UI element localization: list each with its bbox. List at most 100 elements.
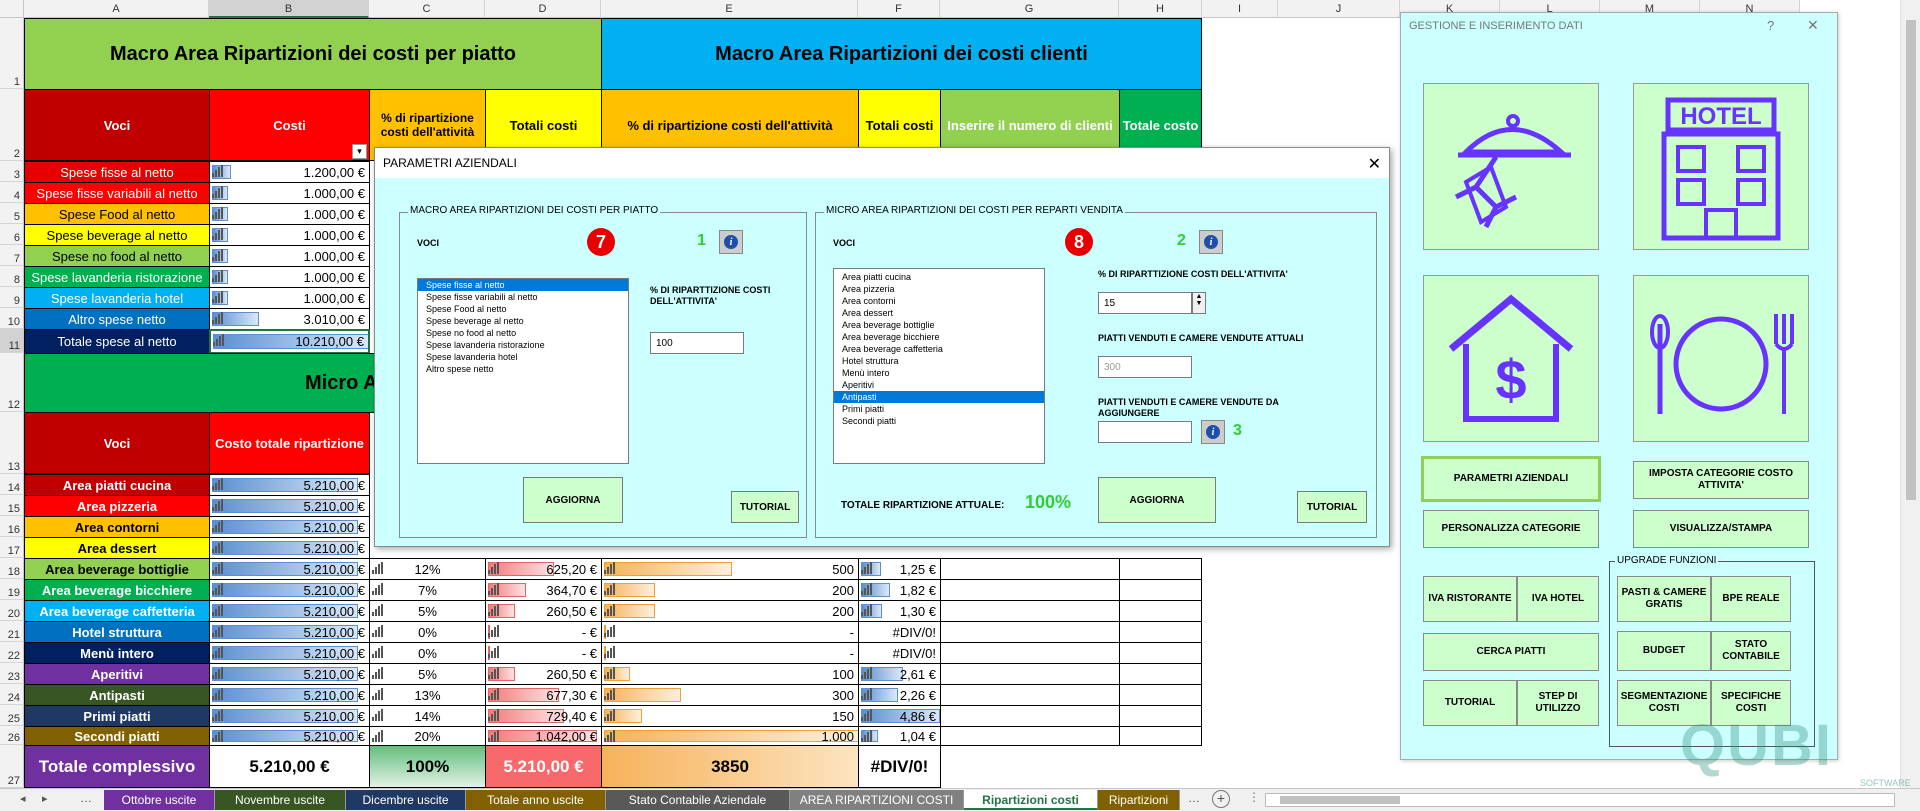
row-header[interactable]: 15 [0, 495, 24, 516]
area-clienti[interactable] [940, 621, 1120, 643]
panel-close-button[interactable]: ✕ [1807, 17, 1819, 34]
area-totale-costo[interactable] [1119, 684, 1202, 706]
area-n[interactable]: 500 [601, 558, 859, 580]
micro-voce-item[interactable]: Area beverage caffetteria [834, 343, 1044, 355]
area-cost[interactable]: 5.210,00 € [209, 474, 370, 496]
area-tot[interactable]: 729,40 € [485, 705, 602, 727]
area-pct[interactable]: 0% [369, 642, 486, 664]
area-pct[interactable]: 5% [369, 663, 486, 685]
tab-more-left-icon[interactable]: … [80, 791, 92, 805]
hotel-tile[interactable]: HOTEL [1633, 83, 1809, 250]
area-cost[interactable]: 5.210,00 € [209, 684, 370, 706]
area-totale-costo[interactable] [1119, 579, 1202, 601]
area-cost[interactable]: 5.210,00 € [209, 495, 370, 517]
pct-spin-button[interactable]: ▲ ▼ [1192, 292, 1206, 314]
info-button-1[interactable]: i [719, 230, 743, 254]
visualizza-stampa-button[interactable]: VISUALIZZA/STAMPA [1633, 510, 1809, 548]
area-clienti[interactable] [940, 705, 1120, 727]
row-header[interactable]: 16 [0, 516, 24, 537]
area-n[interactable]: 300 [601, 684, 859, 706]
left-tutorial-button[interactable]: TUTORIAL [731, 491, 799, 523]
micro-voce-item[interactable]: Aperitivi [834, 379, 1044, 391]
area-clienti[interactable] [940, 663, 1120, 685]
area-totale-costo[interactable] [1119, 663, 1202, 685]
area-unit[interactable]: 2,26 € [858, 684, 941, 706]
area-cost[interactable]: 5.210,00 € [209, 516, 370, 538]
area-n[interactable]: 150 [601, 705, 859, 727]
row-header[interactable]: 24 [0, 684, 24, 705]
row-header[interactable]: 23 [0, 663, 24, 684]
sold-input[interactable]: 300 [1098, 356, 1192, 378]
area-clienti[interactable] [940, 558, 1120, 580]
macro-voce-item[interactable]: Spese fisse al netto [418, 279, 628, 291]
micro-voce-item[interactable]: Area contorni [834, 295, 1044, 307]
spese-value[interactable]: 1.000,00 € [209, 287, 370, 309]
row-header[interactable]: 11 [0, 329, 24, 353]
area-totale-costo[interactable] [1119, 621, 1202, 643]
sheet-tab[interactable]: Totale anno uscite [466, 790, 606, 810]
add-sheet-icon[interactable]: + [1212, 790, 1230, 808]
macro-voce-item[interactable]: Altro spese netto [418, 363, 628, 375]
spese-value[interactable]: 3.010,00 € [209, 308, 370, 330]
spese-value[interactable]: 1.000,00 € [209, 224, 370, 246]
area-pct[interactable]: 14% [369, 705, 486, 727]
micro-voce-item[interactable]: Antipasti [834, 391, 1044, 403]
area-unit[interactable]: 2,61 € [858, 663, 941, 685]
row-header[interactable]: 7 [0, 245, 24, 266]
area-pct[interactable]: 5% [369, 600, 486, 622]
area-totale-costo[interactable] [1119, 642, 1202, 664]
area-unit[interactable]: 1,82 € [858, 579, 941, 601]
macro-voce-item[interactable]: Spese beverage al netto [418, 315, 628, 327]
column-header[interactable]: G [940, 0, 1119, 18]
area-tot[interactable]: 260,50 € [485, 663, 602, 685]
vertical-scrollbar[interactable] [1900, 0, 1920, 788]
area-totale-costo[interactable] [1119, 726, 1202, 746]
micro-voce-item[interactable]: Primi piatti [834, 403, 1044, 415]
row-header[interactable]: 10 [0, 308, 24, 329]
step-utilizzo-button[interactable]: STEP DI UTILIZZO [1517, 680, 1599, 726]
row-header[interactable]: 4 [0, 182, 24, 203]
row-header[interactable]: 6 [0, 224, 24, 245]
area-cost[interactable]: 5.210,00 € [209, 579, 370, 601]
row-header[interactable]: 26 [0, 726, 24, 745]
row-header[interactable]: 20 [0, 600, 24, 621]
area-tot[interactable]: - € [485, 642, 602, 664]
sheet-tab[interactable]: Dicembre uscite [346, 790, 466, 810]
stato-contabile-button[interactable]: STATO CONTABILE [1711, 631, 1791, 671]
column-header[interactable]: I [1202, 0, 1278, 18]
right-pct-input[interactable]: 15 [1098, 292, 1192, 314]
tab-split-handle[interactable]: ⋮ [1248, 790, 1260, 804]
area-pct[interactable]: 7% [369, 579, 486, 601]
micro-voce-item[interactable]: Secondi piatti [834, 415, 1044, 427]
area-cost[interactable]: 5.210,00 € [209, 663, 370, 685]
horizontal-scrollbar[interactable] [1265, 793, 1895, 807]
row-header[interactable]: 25 [0, 705, 24, 726]
costi-tile[interactable]: $ [1423, 275, 1599, 442]
macro-voce-item[interactable]: Spese fisse variabili al netto [418, 291, 628, 303]
area-clienti[interactable] [940, 726, 1120, 746]
tab-more-right-icon[interactable]: … [1188, 791, 1200, 805]
row-header[interactable]: 19 [0, 579, 24, 600]
row-header[interactable]: 18 [0, 558, 24, 579]
area-cost[interactable]: 5.210,00 € [209, 600, 370, 622]
area-totale-costo[interactable] [1119, 705, 1202, 727]
area-unit[interactable]: 4,86 € [858, 705, 941, 727]
right-tutorial-button[interactable]: TUTORIAL [1297, 491, 1367, 523]
panel-help-button[interactable]: ? [1767, 18, 1774, 33]
micro-voce-item[interactable]: Area beverage bicchiere [834, 331, 1044, 343]
parametri-aziendali-button[interactable]: PARAMETRI AZIENDALI [1421, 456, 1601, 502]
imposta-categorie-button[interactable]: IMPOSTA CATEGORIE COSTO ATTIVITA' [1633, 461, 1809, 499]
macro-voce-item[interactable]: Spese Food al netto [418, 303, 628, 315]
area-unit[interactable]: #DIV/0! [858, 642, 941, 664]
area-cost[interactable]: 5.210,00 € [209, 537, 370, 559]
row-header[interactable]: 1 [0, 18, 24, 89]
area-tot[interactable]: 1.042,00 € [485, 726, 602, 746]
area-clienti[interactable] [940, 579, 1120, 601]
area-unit[interactable]: 1,25 € [858, 558, 941, 580]
select-all-corner[interactable] [0, 0, 24, 18]
spese-value[interactable]: 1.000,00 € [209, 203, 370, 225]
iva-ristorante-button[interactable]: IVA RISTORANTE [1423, 576, 1517, 622]
left-aggiorna-button[interactable]: AGGIORNA [523, 477, 623, 523]
micro-voci-listbox[interactable]: Area piatti cucina Area pizzeria Area cont… [833, 268, 1045, 464]
area-tot[interactable]: 260,50 € [485, 600, 602, 622]
